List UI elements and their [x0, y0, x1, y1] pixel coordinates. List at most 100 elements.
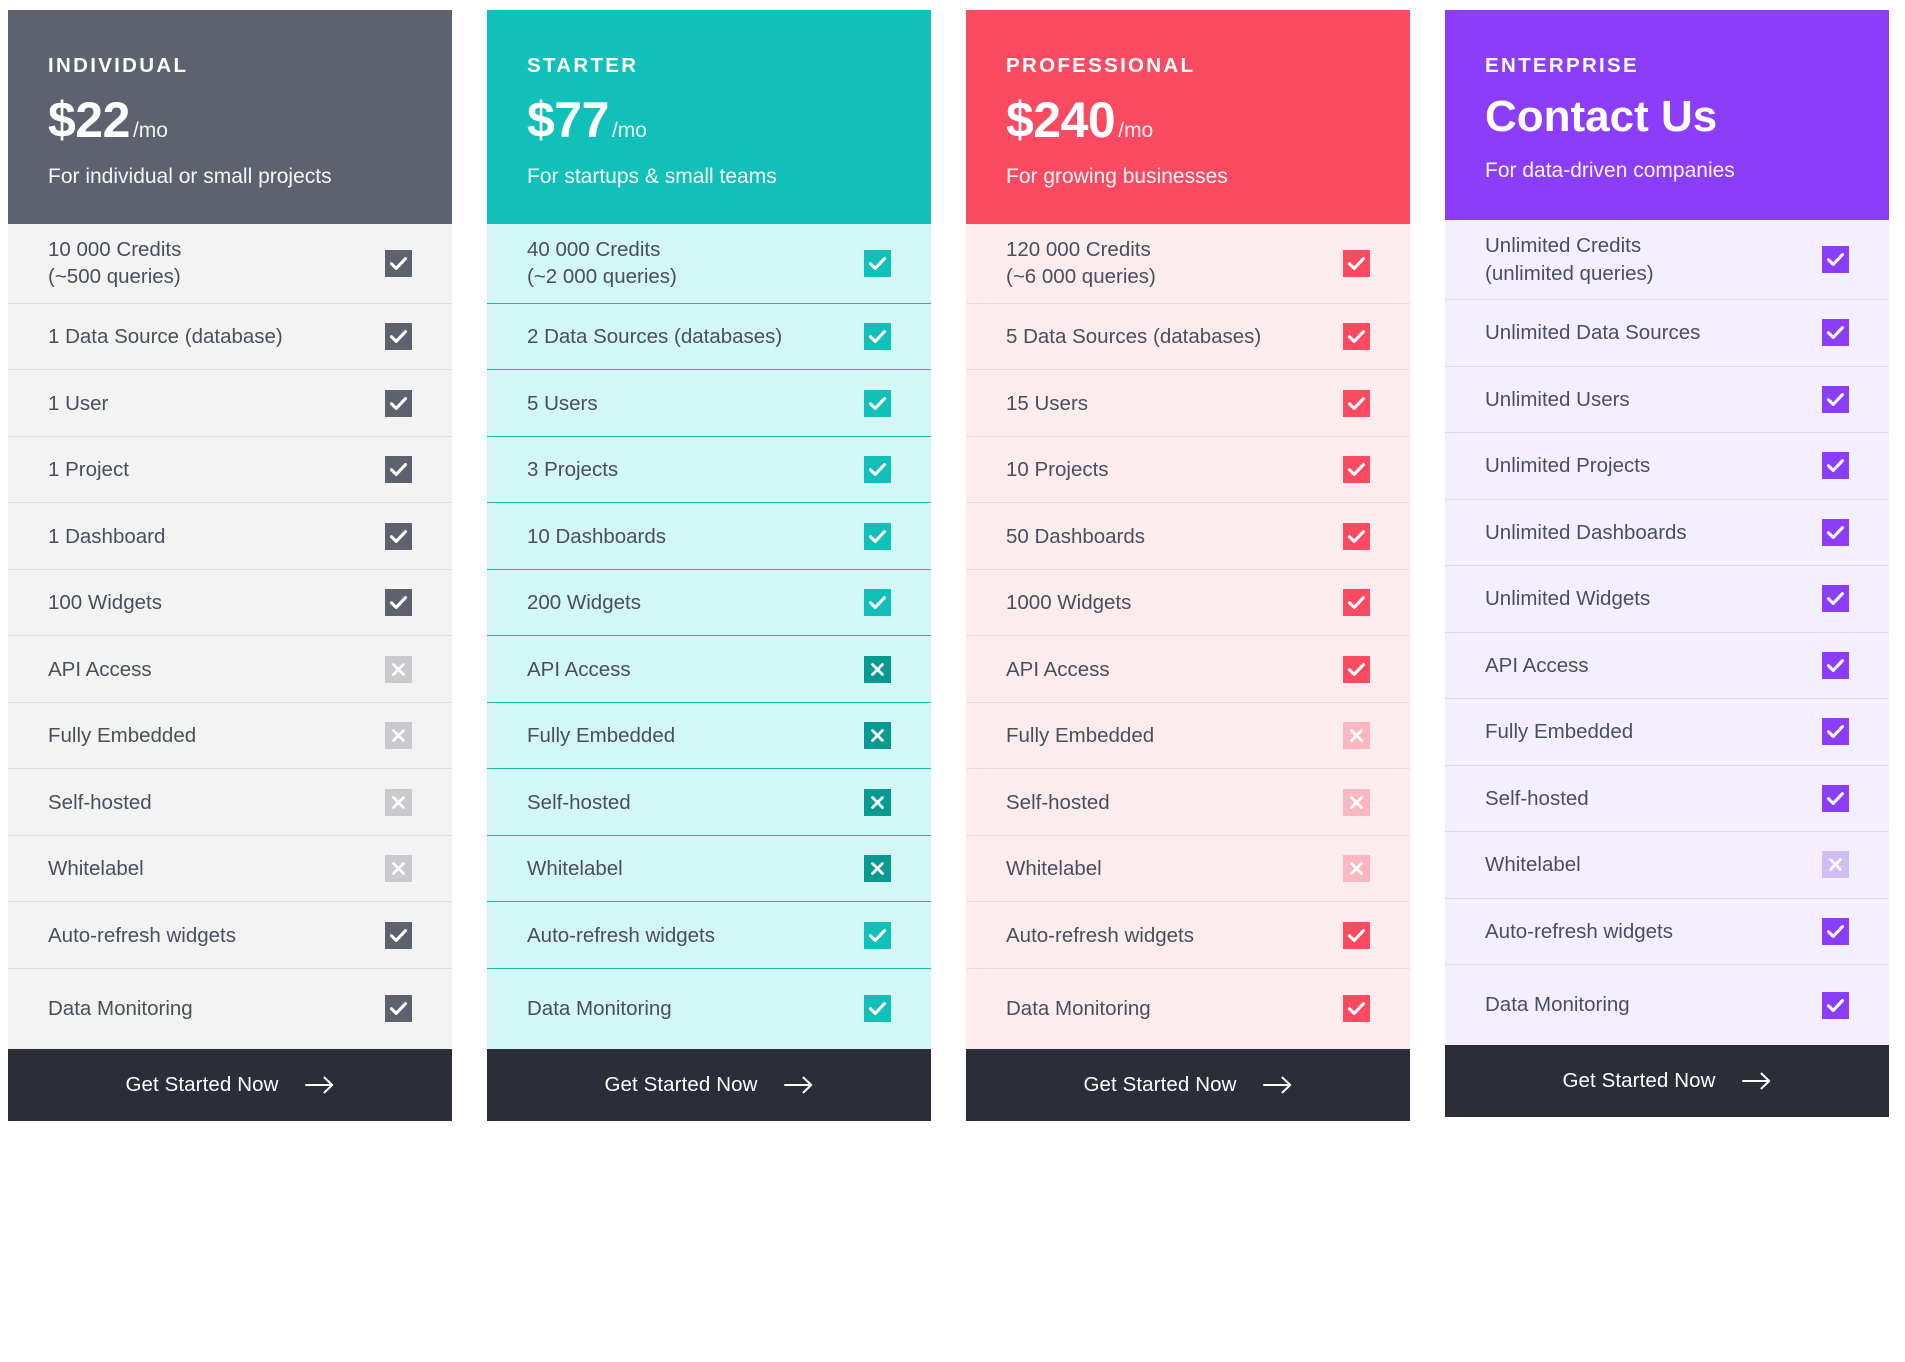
get-started-label: Get Started Now	[125, 1072, 279, 1096]
feature-row: Auto-refresh widgets	[487, 902, 931, 969]
plan-tagline: For data-driven companies	[1485, 158, 1735, 182]
check-icon	[1822, 246, 1849, 273]
feature-label: Self-hosted	[48, 790, 152, 814]
feature-row: Data Monitoring	[1445, 965, 1889, 1045]
feature-label: 10 000 Credits (~500 queries)	[48, 238, 182, 289]
feature-row: Whitelabel	[966, 836, 1410, 903]
check-icon	[864, 323, 891, 351]
feature-row: 1 User	[8, 370, 452, 437]
feature-list-starter: 40 000 Credits (~2 000 queries) 2 Data So…	[487, 223, 931, 1049]
feature-label: 200 Widgets	[527, 591, 641, 615]
check-icon	[864, 921, 891, 949]
get-started-label: Get Started Now	[1083, 1072, 1237, 1096]
plan-price-period: /mo	[611, 118, 647, 142]
plan-price-row: Contact Us	[1485, 91, 1849, 141]
feature-label: Unlimited Projects	[1485, 454, 1651, 478]
feature-row: 3 Projects	[487, 437, 931, 504]
arrow-right-icon	[1741, 1072, 1772, 1090]
feature-row: Data Monitoring	[487, 969, 931, 1049]
plan-tagline: For individual or small projects	[48, 164, 332, 188]
feature-label: Whitelabel	[527, 857, 623, 881]
feature-row: 100 Widgets	[8, 570, 452, 637]
feature-label: Unlimited Dashboards	[1485, 520, 1687, 544]
feature-label: Self-hosted	[527, 790, 631, 814]
plan-card-professional: PROFESSIONAL $240/mo For growing businesse…	[966, 10, 1410, 1121]
cross-icon	[385, 722, 412, 750]
feature-row: Auto-refresh widgets	[1445, 899, 1889, 965]
feature-row: Unlimited Users	[1445, 367, 1889, 433]
feature-row: Unlimited Widgets	[1445, 566, 1889, 633]
feature-label: Data Monitoring	[48, 997, 193, 1021]
check-icon	[1822, 784, 1849, 812]
check-icon	[385, 456, 412, 484]
feature-label: Fully Embedded	[1485, 720, 1634, 744]
cross-icon	[385, 788, 412, 816]
feature-label: Unlimited Credits (unlimited queries)	[1485, 234, 1654, 285]
plan-name: INDIVIDUAL	[48, 54, 189, 77]
feature-row: Self-hosted	[966, 769, 1410, 836]
plan-price-amount: $77	[527, 91, 609, 148]
feature-row: Fully Embedded	[8, 703, 452, 770]
feature-label: Whitelabel	[1006, 857, 1102, 881]
feature-label: 100 Widgets	[48, 591, 162, 615]
feature-label: Whitelabel	[1485, 853, 1581, 877]
feature-row: Self-hosted	[8, 769, 452, 836]
check-icon	[1822, 718, 1849, 746]
check-icon	[1343, 249, 1370, 277]
plan-header-professional: PROFESSIONAL $240/mo For growing businesse…	[966, 10, 1410, 224]
check-icon	[1822, 917, 1849, 945]
feature-row: 200 Widgets	[487, 570, 931, 637]
pricing-table: INDIVIDUAL $22/mo For individual or small …	[0, 0, 1905, 1362]
check-icon	[1822, 991, 1849, 1019]
get-started-button-enterprise[interactable]: Get Started Now	[1445, 1045, 1889, 1117]
feature-row: Fully Embedded	[487, 703, 931, 770]
feature-row: 1000 Widgets	[966, 570, 1410, 637]
check-icon	[864, 995, 891, 1023]
check-icon	[385, 249, 412, 277]
feature-row: 10 Dashboards	[487, 503, 931, 570]
plan-card-individual: INDIVIDUAL $22/mo For individual or small …	[8, 10, 452, 1121]
feature-row: Fully Embedded	[1445, 699, 1889, 766]
feature-row: Data Monitoring	[966, 969, 1410, 1049]
check-icon	[385, 522, 412, 550]
feature-label: 5 Users	[527, 391, 598, 415]
feature-label: Unlimited Users	[1485, 387, 1630, 411]
plan-price-row: $240/mo	[1006, 95, 1370, 145]
feature-label: Fully Embedded	[1006, 724, 1155, 748]
check-icon	[1343, 522, 1370, 550]
check-icon	[385, 389, 412, 417]
feature-row: 5 Users	[487, 370, 931, 437]
plan-price-amount: $22	[48, 91, 130, 148]
feature-row: Unlimited Data Sources	[1445, 300, 1889, 367]
get-started-button-professional[interactable]: Get Started Now	[966, 1048, 1410, 1121]
feature-label: Fully Embedded	[527, 724, 676, 748]
check-icon	[864, 589, 891, 617]
plan-header-starter: STARTER $77/mo For startups & small teams	[487, 10, 931, 224]
feature-row: 10 Projects	[966, 437, 1410, 504]
feature-label: API Access	[1006, 657, 1110, 681]
plan-price-period: /mo	[1118, 118, 1154, 142]
check-icon	[385, 995, 412, 1023]
check-icon	[864, 389, 891, 417]
feature-row: 2 Data Sources (databases)	[487, 304, 931, 371]
cross-icon	[1822, 851, 1849, 879]
feature-label: Self-hosted	[1485, 786, 1589, 810]
feature-label: Auto-refresh widgets	[1485, 919, 1674, 943]
check-icon	[864, 522, 891, 550]
feature-row: 1 Data Source (database)	[8, 304, 452, 371]
feature-row: Self-hosted	[487, 769, 931, 836]
feature-row: 5 Data Sources (databases)	[966, 304, 1410, 371]
feature-row: Fully Embedded	[966, 703, 1410, 770]
check-icon	[1343, 389, 1370, 417]
get-started-button-individual[interactable]: Get Started Now	[8, 1048, 452, 1121]
plan-price-amount: Contact Us	[1485, 91, 1718, 141]
check-icon	[1822, 651, 1849, 679]
feature-row: Whitelabel	[8, 836, 452, 903]
feature-label: Data Monitoring	[1485, 993, 1630, 1017]
get-started-button-starter[interactable]: Get Started Now	[487, 1048, 931, 1121]
plan-price-amount: $240	[1006, 91, 1116, 148]
plan-name: PROFESSIONAL	[1006, 54, 1196, 77]
get-started-label: Get Started Now	[604, 1072, 758, 1096]
plan-name: STARTER	[527, 54, 639, 77]
plan-header-enterprise: ENTERPRISE Contact Us For data-driven comp…	[1445, 10, 1889, 220]
